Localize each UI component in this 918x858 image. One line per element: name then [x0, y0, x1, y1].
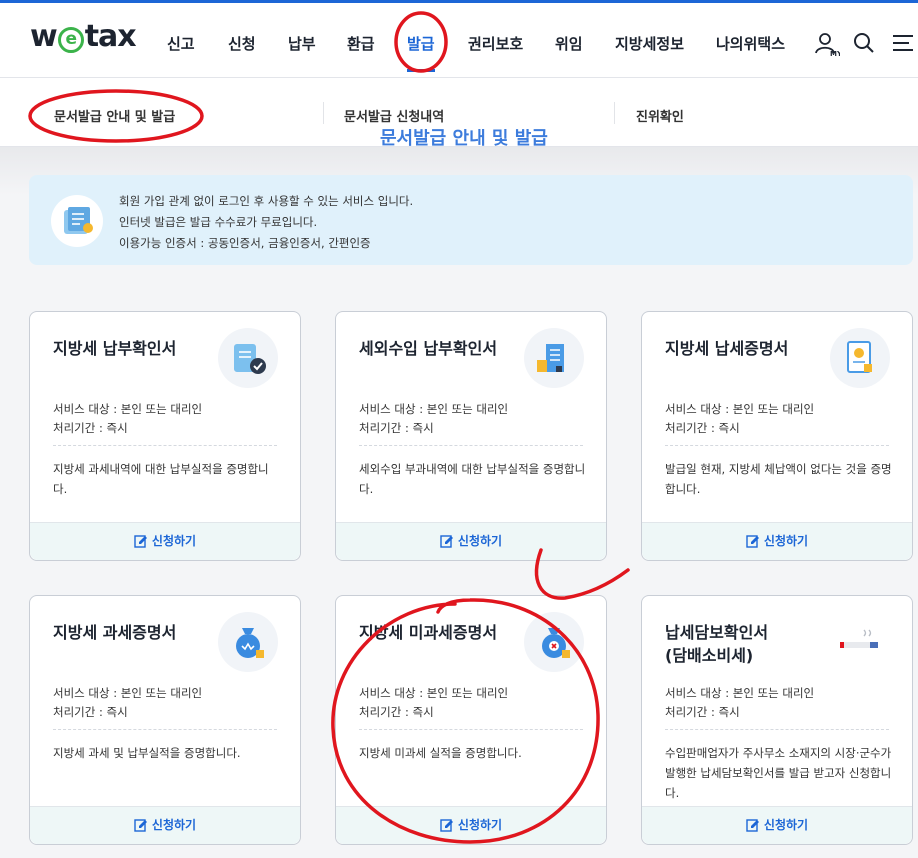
card-divider	[359, 729, 583, 730]
card-target: 서비스 대상 : 본인 또는 대리인	[665, 402, 815, 416]
card-nontax-payment-confirmation: 세외수입 납부확인서 서비스 대상 : 본인 또는 대리인 처리기간 : 즉시 …	[335, 311, 607, 561]
user-my-icon[interactable]: MY	[814, 31, 843, 58]
apply-button[interactable]: 신청하기	[30, 522, 300, 560]
apply-button[interactable]: 신청하기	[642, 806, 912, 844]
info-line-1: 회원 가입 관계 없이 로그인 후 사용할 수 있는 서비스 입니다.	[119, 194, 414, 208]
card-desc: 지방세 과세 및 납부실적을 증명합니다.	[53, 746, 241, 760]
card-desc: 수입판매업자가 주사무소 소재지의 시장·군수가 발행한 납세담보확인서를 발급…	[665, 746, 892, 800]
card-title: 세외수입 납부확인서	[359, 339, 498, 358]
apply-label: 신청하기	[457, 534, 503, 548]
receipt-check-icon	[218, 328, 278, 388]
subnav-issue-history[interactable]: 문서발급 신청내역	[344, 106, 444, 125]
card-period: 처리기간 : 즉시	[53, 421, 128, 435]
page-title: 문서발급 안내 및 발급	[380, 129, 548, 146]
card-divider	[665, 445, 889, 446]
top-header: w e tax 신고 신청 납부 환급 발급 권리보호 위임 지방세정보 나의위택스…	[0, 0, 918, 78]
info-box: 회원 가입 관계 없이 로그인 후 사용할 수 있는 서비스 입니다. 인터넷 …	[29, 175, 913, 265]
card-desc: 발급일 현재, 지방세 체납액이 없다는 것을 증명합니다.	[665, 462, 892, 496]
card-divider	[53, 445, 277, 446]
subnav-verify[interactable]: 진위확인	[636, 106, 684, 125]
apply-label: 신청하기	[151, 534, 197, 548]
subnav-divider	[614, 102, 615, 124]
apply-label: 신청하기	[763, 818, 809, 832]
nav-pay[interactable]: 납부	[288, 33, 316, 54]
card-desc: 세외수입 부과내역에 대한 납부실적을 증명합니다.	[359, 462, 586, 496]
nav-file-report[interactable]: 신고	[167, 33, 195, 54]
edit-icon	[440, 819, 453, 832]
info-line-3: 이용가능 인증서 : 공동인증서, 금융인증서, 간편인증	[119, 236, 371, 250]
edit-icon	[746, 535, 759, 548]
nav-my-wetax[interactable]: 나의위택스	[716, 33, 785, 54]
cigarette-icon	[830, 612, 890, 672]
apply-button[interactable]: 신청하기	[30, 806, 300, 844]
card-target: 서비스 대상 : 본인 또는 대리인	[665, 686, 815, 700]
card-local-tax-payment-confirmation: 지방세 납부확인서 서비스 대상 : 본인 또는 대리인 처리기간 : 즉시 지…	[29, 311, 301, 561]
nav-local-tax-info[interactable]: 지방세정보	[615, 33, 684, 54]
edit-icon	[134, 819, 147, 832]
apply-label: 신청하기	[763, 534, 809, 548]
card-target: 서비스 대상 : 본인 또는 대리인	[53, 402, 203, 416]
card-tax-payment-certificate: 지방세 납세증명서 서비스 대상 : 본인 또는 대리인 처리기간 : 즉시 발…	[641, 311, 913, 561]
card-tax-assessment-certificate: 지방세 과세증명서 서비스 대상 : 본인 또는 대리인 처리기간 : 즉시 지…	[29, 595, 301, 845]
active-nav-underline	[407, 69, 435, 72]
wetax-logo[interactable]: w e tax	[30, 19, 137, 54]
card-title: 지방세 납부확인서	[53, 339, 177, 358]
nav-apply[interactable]: 신청	[228, 33, 256, 54]
card-target: 서비스 대상 : 본인 또는 대리인	[359, 402, 509, 416]
apply-button[interactable]: 신청하기	[642, 522, 912, 560]
logo-text-tail: tax	[84, 19, 137, 54]
money-bag-x-icon	[524, 612, 584, 672]
logo-e-mark: e	[57, 27, 84, 53]
card-period: 처리기간 : 즉시	[359, 705, 434, 719]
card-title: 지방세 납세증명서	[665, 339, 789, 358]
nav-rights[interactable]: 권리보호	[468, 33, 523, 54]
card-divider	[359, 445, 583, 446]
card-divider	[53, 729, 277, 730]
edit-icon	[440, 535, 453, 548]
subnav-issue-guide[interactable]: 문서발급 안내 및 발급	[54, 106, 175, 125]
apply-label: 신청하기	[151, 818, 197, 832]
card-desc: 지방세 미과세 실적을 증명합니다.	[359, 746, 522, 760]
svg-text:MY: MY	[830, 50, 840, 57]
card-tax-collateral-confirmation: 납세담보확인서 (담배소비세) 서비스 대상 : 본인 또는 대리인 처리기간 …	[641, 595, 913, 845]
nav-delegation[interactable]: 위임	[555, 33, 583, 54]
card-period: 처리기간 : 즉시	[53, 705, 128, 719]
logo-text: w	[30, 19, 58, 54]
money-bag-icon	[218, 612, 278, 672]
card-target: 서비스 대상 : 본인 또는 대리인	[53, 686, 203, 700]
menu-icon[interactable]	[891, 31, 915, 55]
info-line-2: 인터넷 발급은 발급 수수료가 무료입니다.	[119, 215, 318, 229]
apply-button[interactable]: 신청하기	[336, 806, 606, 844]
apply-button[interactable]: 신청하기	[336, 522, 606, 560]
subnav-divider	[323, 102, 324, 124]
edit-icon	[746, 819, 759, 832]
card-period: 처리기간 : 즉시	[359, 421, 434, 435]
certificate-icon	[830, 328, 890, 388]
card-title: 납세담보확인서 (담배소비세)	[665, 623, 769, 665]
document-scroll-icon	[51, 195, 103, 247]
card-period: 처리기간 : 즉시	[665, 421, 740, 435]
card-target: 서비스 대상 : 본인 또는 대리인	[359, 686, 509, 700]
card-divider	[665, 729, 889, 730]
card-title: 지방세 과세증명서	[53, 623, 177, 642]
nav-issue[interactable]: 발급	[407, 33, 435, 54]
card-desc: 지방세 과세내역에 대한 납부실적을 증명합니다.	[53, 462, 269, 496]
card-period: 처리기간 : 즉시	[665, 705, 740, 719]
nav-refund[interactable]: 환급	[347, 33, 375, 54]
search-icon[interactable]	[852, 31, 876, 55]
edit-icon	[134, 535, 147, 548]
card-title: 지방세 미과세증명서	[359, 623, 498, 642]
building-document-icon	[524, 328, 584, 388]
card-non-assessment-certificate: 지방세 미과세증명서 서비스 대상 : 본인 또는 대리인 처리기간 : 즉시 …	[335, 595, 607, 845]
apply-label: 신청하기	[457, 818, 503, 832]
